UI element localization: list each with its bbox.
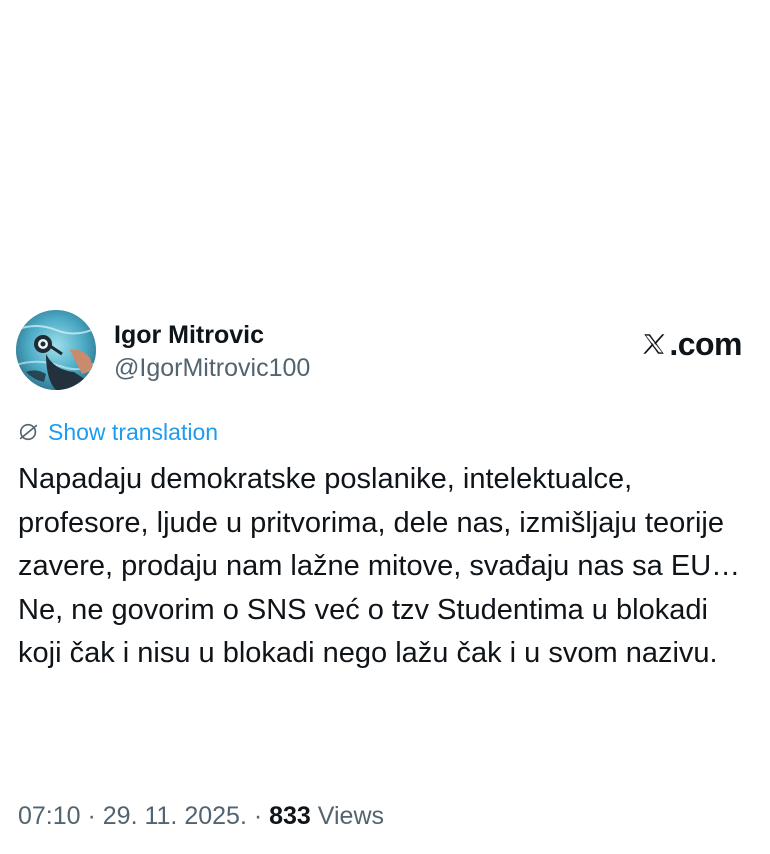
globe-icon [19, 423, 38, 441]
views-count[interactable]: 833 [269, 802, 311, 830]
tweet-text: Napadaju demokratske poslanike, intelekt… [18, 463, 741, 669]
tweet-date[interactable]: 29. 11. 2025. [103, 802, 247, 830]
tweet-time[interactable]: 07:10 [18, 802, 81, 830]
show-translation-row[interactable]: Show translation [18, 418, 218, 446]
brand-text: .com [669, 326, 742, 362]
tweet-meta: 07:10 · 29. 11. 2025. · 833 Views [18, 799, 384, 833]
author-handle[interactable]: @IgorMitrovic100 [114, 353, 310, 383]
author-display-name[interactable]: Igor Mitrovic [114, 320, 310, 350]
meta-separator: · [80, 802, 103, 830]
meta-separator: · [246, 802, 270, 830]
avatar[interactable] [16, 310, 96, 390]
tweet-header: Igor Mitrovic @IgorMitrovic100 .com [16, 310, 756, 392]
x-logo-icon [643, 334, 665, 354]
show-translation-link[interactable]: Show translation [48, 418, 218, 446]
author-info: Igor Mitrovic @IgorMitrovic100 [114, 320, 310, 383]
brand: .com [641, 328, 742, 360]
tweet-card: Igor Mitrovic @IgorMitrovic100 .com Show… [0, 0, 770, 854]
avatar-image [16, 310, 96, 390]
views-label[interactable]: Views [311, 802, 384, 830]
